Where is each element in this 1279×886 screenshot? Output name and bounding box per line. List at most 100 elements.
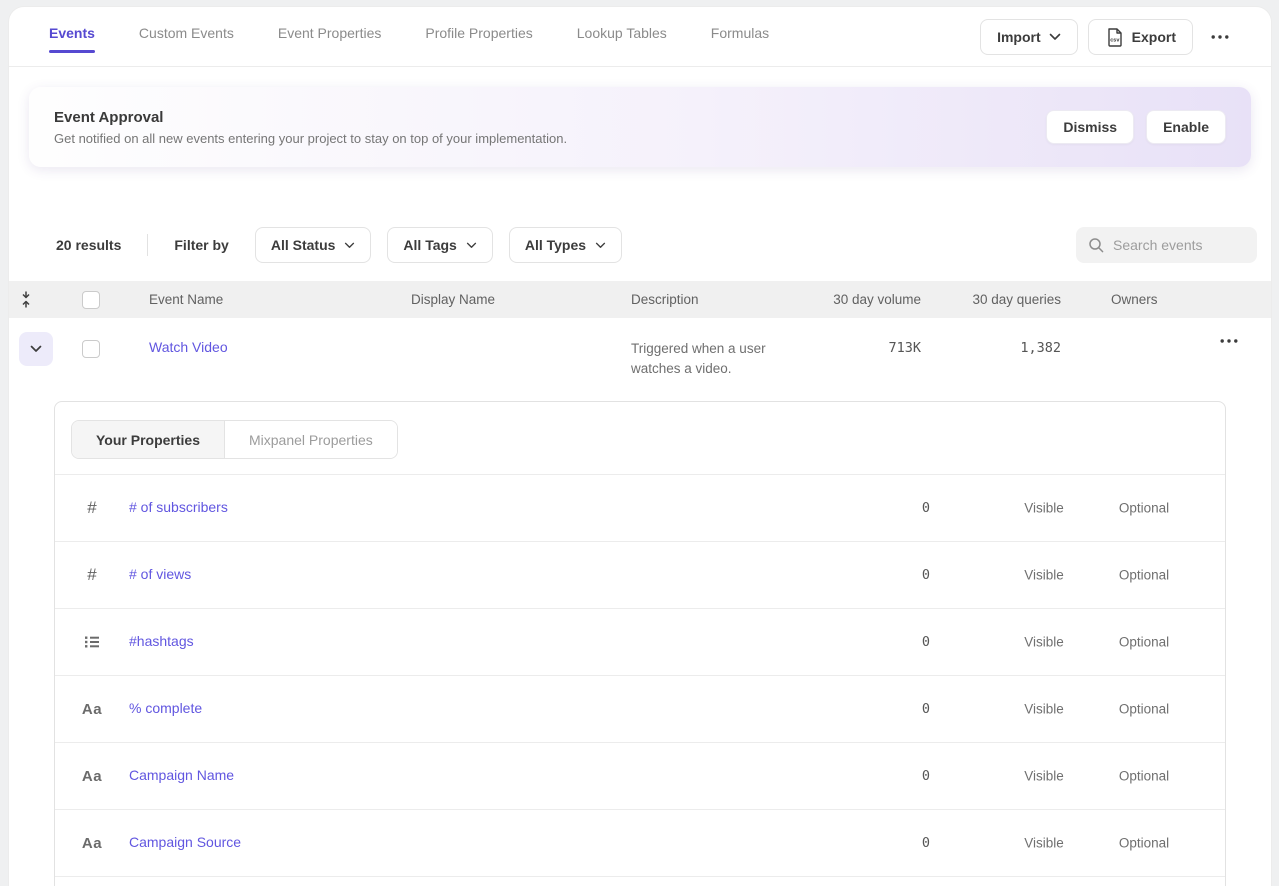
select-all-checkbox[interactable] bbox=[82, 291, 100, 309]
header-description: Description bbox=[631, 292, 821, 307]
chevron-down-icon bbox=[30, 345, 42, 353]
banner-text: Event Approval Get notified on all new e… bbox=[54, 109, 567, 146]
search-input[interactable] bbox=[1113, 237, 1243, 253]
nav-actions: Import csv Export bbox=[980, 19, 1237, 55]
text-icon: Aa bbox=[82, 768, 102, 785]
property-count: 0 bbox=[922, 701, 930, 717]
header-owners: Owners bbox=[1061, 292, 1206, 307]
overflow-menu-button[interactable] bbox=[1203, 29, 1237, 45]
search-icon bbox=[1088, 237, 1104, 253]
chevron-down-icon bbox=[595, 242, 606, 249]
tab-events[interactable]: Events bbox=[49, 21, 95, 53]
tab-events-label: Events bbox=[49, 25, 95, 41]
header-event-name: Event Name bbox=[149, 292, 411, 307]
nav-tabs: Events Custom Events Event Properties Pr… bbox=[49, 21, 769, 53]
property-count: 0 bbox=[922, 634, 930, 650]
banner-actions: Dismiss Enable bbox=[1046, 110, 1226, 144]
property-name-link[interactable]: # of views bbox=[129, 566, 191, 582]
event-name-link[interactable]: Watch Video bbox=[149, 339, 228, 355]
import-button[interactable]: Import bbox=[980, 19, 1078, 55]
tab-formulas[interactable]: Formulas bbox=[711, 21, 769, 53]
event-row-watch-video: Watch Video Triggered when a user watche… bbox=[9, 318, 1271, 379]
events-table-header: Event Name Display Name Description 30 d… bbox=[9, 281, 1271, 318]
lexicon-page: Events Custom Events Event Properties Pr… bbox=[8, 6, 1272, 886]
divider bbox=[147, 234, 148, 256]
tags-filter-label: All Tags bbox=[403, 237, 456, 253]
collapse-all-control[interactable] bbox=[9, 291, 82, 308]
number-icon: # bbox=[87, 498, 96, 518]
header-30-day-volume: 30 day volume bbox=[821, 292, 921, 307]
event-properties-panel: Your Properties Mixpanel Properties # # … bbox=[54, 401, 1226, 886]
property-visibility: Visible bbox=[1024, 769, 1064, 784]
types-filter-dropdown[interactable]: All Types bbox=[509, 227, 622, 263]
property-visibility: Visible bbox=[1024, 568, 1064, 583]
collapse-rows-icon bbox=[19, 291, 33, 308]
list-icon bbox=[84, 635, 100, 649]
types-filter-label: All Types bbox=[525, 237, 586, 253]
tab-profile-properties[interactable]: Profile Properties bbox=[425, 21, 532, 53]
property-row: Aa Campaign Source 0 Visible Optional bbox=[55, 810, 1225, 877]
svg-text:csv: csv bbox=[1110, 37, 1120, 43]
property-row: # # of subscribers 0 Visible Optional bbox=[55, 475, 1225, 542]
property-visibility: Visible bbox=[1024, 635, 1064, 650]
property-row: Aa % complete 0 Visible Optional bbox=[55, 676, 1225, 743]
tab-mixpanel-properties[interactable]: Mixpanel Properties bbox=[225, 421, 397, 458]
property-name-link[interactable]: Campaign Source bbox=[129, 834, 241, 850]
text-icon: Aa bbox=[82, 701, 102, 718]
export-button-label: Export bbox=[1132, 29, 1176, 45]
active-tab-underline bbox=[49, 50, 95, 53]
property-name-link[interactable]: % complete bbox=[129, 700, 202, 716]
tab-custom-events[interactable]: Custom Events bbox=[139, 21, 234, 53]
property-requirement: Optional bbox=[1119, 501, 1169, 516]
tab-lookup-tables[interactable]: Lookup Tables bbox=[577, 21, 667, 53]
text-icon: Aa bbox=[82, 835, 102, 852]
filter-bar: 20 results Filter by All Status All Tags… bbox=[9, 227, 1271, 263]
property-requirement: Optional bbox=[1119, 836, 1169, 851]
property-requirement: Optional bbox=[1119, 769, 1169, 784]
status-filter-dropdown[interactable]: All Status bbox=[255, 227, 372, 263]
event-30-day-queries: 1,382 bbox=[1020, 340, 1061, 356]
properties-tab-group: Your Properties Mixpanel Properties bbox=[71, 420, 398, 459]
row-overflow-menu-button[interactable] bbox=[1220, 339, 1271, 343]
event-owners bbox=[1061, 318, 1206, 339]
property-count: 0 bbox=[922, 500, 930, 516]
banner-subtitle: Get notified on all new events entering … bbox=[54, 131, 567, 146]
property-count: 0 bbox=[922, 835, 930, 851]
tab-event-properties[interactable]: Event Properties bbox=[278, 21, 382, 53]
chevron-down-icon bbox=[344, 242, 355, 249]
ellipsis-icon bbox=[1220, 339, 1238, 343]
property-requirement: Optional bbox=[1119, 635, 1169, 650]
import-button-label: Import bbox=[997, 29, 1041, 45]
property-visibility: Visible bbox=[1024, 501, 1064, 516]
tab-your-properties[interactable]: Your Properties bbox=[72, 421, 225, 458]
csv-file-icon: csv bbox=[1105, 27, 1124, 47]
header-display-name: Display Name bbox=[411, 292, 631, 307]
tags-filter-dropdown[interactable]: All Tags bbox=[387, 227, 492, 263]
event-approval-banner: Event Approval Get notified on all new e… bbox=[29, 87, 1251, 167]
property-row: # # of views 0 Visible Optional bbox=[55, 542, 1225, 609]
export-button[interactable]: csv Export bbox=[1088, 19, 1193, 55]
property-requirement: Optional bbox=[1119, 568, 1169, 583]
row-checkbox[interactable] bbox=[82, 340, 100, 358]
banner-title: Event Approval bbox=[54, 109, 567, 126]
property-name-link[interactable]: Campaign Name bbox=[129, 767, 234, 783]
property-name-link[interactable]: #hashtags bbox=[129, 633, 194, 649]
top-nav: Events Custom Events Event Properties Pr… bbox=[9, 7, 1271, 67]
search-box[interactable] bbox=[1076, 227, 1257, 263]
property-requirement: Optional bbox=[1119, 702, 1169, 717]
collapse-row-button[interactable] bbox=[19, 332, 53, 366]
property-name-link[interactable]: # of subscribers bbox=[129, 499, 228, 515]
chevron-down-icon bbox=[466, 242, 477, 249]
property-row: Aa Campaign Name 0 Visible Optional bbox=[55, 743, 1225, 810]
results-count: 20 results bbox=[56, 237, 121, 253]
property-row: #hashtags 0 Visible Optional bbox=[55, 609, 1225, 676]
filter-by-label: Filter by bbox=[174, 237, 228, 253]
property-visibility: Visible bbox=[1024, 702, 1064, 717]
property-count: 0 bbox=[922, 768, 930, 784]
enable-button[interactable]: Enable bbox=[1146, 110, 1226, 144]
event-description: Triggered when a user watches a video. bbox=[631, 341, 766, 376]
number-icon: # bbox=[87, 565, 96, 585]
property-count: 0 bbox=[922, 567, 930, 583]
property-visibility: Visible bbox=[1024, 836, 1064, 851]
dismiss-button[interactable]: Dismiss bbox=[1046, 110, 1134, 144]
